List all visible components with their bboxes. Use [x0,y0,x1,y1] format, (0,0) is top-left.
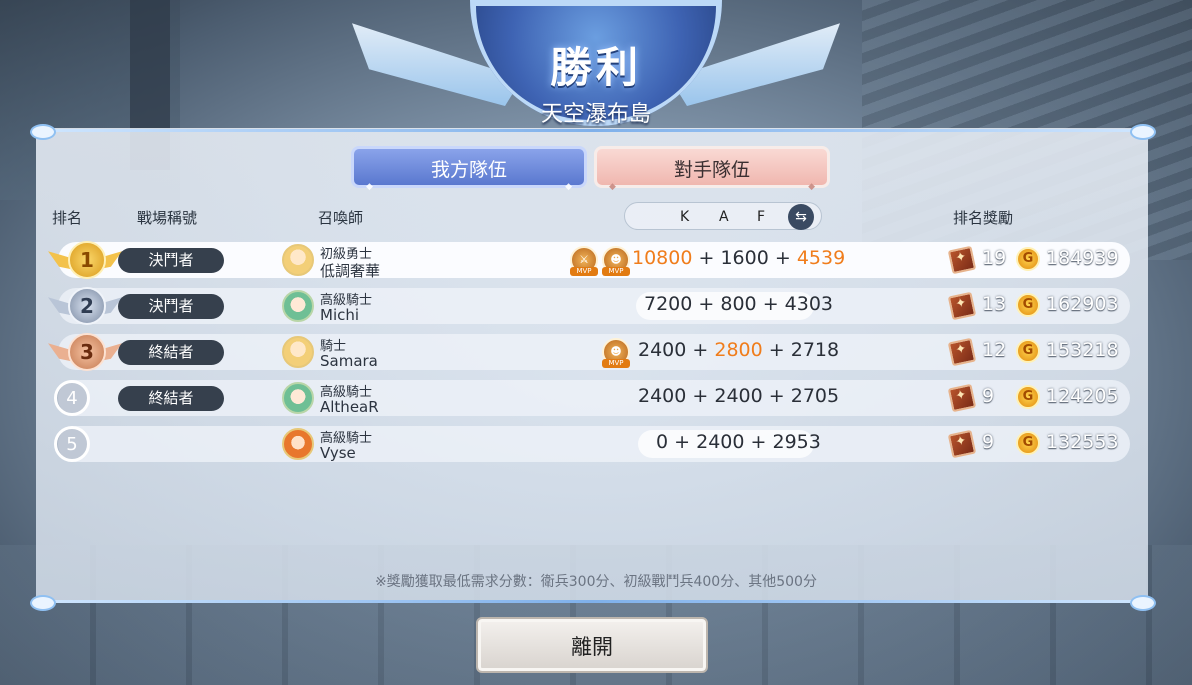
book-reward-count: 12 [982,339,1007,361]
kaf-score: 2400 + 2400 + 2705 [638,385,840,407]
reward-book-icon [947,429,977,459]
victory-title: 勝利 [549,43,642,92]
tab-enemy-team-label: 對手隊伍 [673,159,750,181]
panel-bottom-border [36,600,1148,603]
kaf-score: 7200 + 800 + 4303 [644,293,834,315]
battle-title-badge: 終結者 [118,340,224,365]
header-a: A [719,209,729,225]
battle-title-badge: 決鬥者 [118,294,224,319]
gold-coin-icon: G [1016,385,1040,409]
diamond-icon: ◆ [565,182,572,192]
kaf-score: 0 + 2400 + 2953 [656,431,821,453]
gold-coin-icon: G [1016,293,1040,317]
avatar[interactable] [282,244,314,276]
silver-medal-icon: 2 [48,284,122,328]
avatar[interactable] [282,428,314,460]
mvp-kill-icon: ⚔ MVP [570,246,598,276]
battle-title-badge: 決鬥者 [118,248,224,273]
player-name: Vyse [320,444,356,462]
header-battle-title: 戰場稱號 [137,209,198,227]
player-name: 低調奢華 [320,262,381,280]
header-rank: 排名 [52,209,83,227]
table-row: 1 決鬥者 初級勇士 低調奢華 ⚔ MVP ☻ MVP 10800 + 1600 +… [48,241,1130,280]
book-reward-count: 13 [982,293,1007,315]
gold-coin-icon: G [1016,247,1040,271]
table-row: 5 高級騎士 Vyse 0 + 2400 + 2953 9 G 132553 [54,426,1130,462]
frame-cap-icon [30,595,56,611]
header-summoner: 召喚師 [318,209,364,227]
panel-top-border [36,129,1148,132]
player-name: Michi [320,306,360,324]
book-reward-count: 9 [982,431,995,453]
diamond-icon: ◆ [366,182,373,192]
table-row: 3 終結者 騎士 Samara ☻ MVP 2400 + 2800 + 2718 … [48,333,1130,371]
gold-coin-icon: G [1016,431,1040,455]
reward-book-icon [947,291,977,321]
map-name: 天空瀑布島 [540,102,651,127]
coin-reward-count: 184939 [1046,247,1119,269]
reward-requirement-note: ※獎勵獲取最低需求分數：衛兵300分、初級戰鬥兵400分、其他500分 [375,574,817,590]
header-k: K [680,209,690,225]
rank-number: 5 [54,426,90,462]
mvp-assist-icon: ☻ MVP [602,338,630,368]
player-name: Samara [320,352,378,370]
avatar[interactable] [282,290,314,322]
battle-title-badge: 終結者 [118,386,224,411]
coin-reward-count: 153218 [1046,339,1119,361]
coin-reward-count: 124205 [1046,385,1119,407]
bronze-medal-icon: 3 [48,330,122,374]
tab-our-team-label: 我方隊伍 [430,159,507,181]
frame-cap-icon [1130,124,1156,140]
avatar[interactable] [282,382,314,414]
player-name: AltheaR [320,398,379,416]
header-reward: 排名獎勵 [953,209,1014,227]
reward-book-icon [947,245,977,275]
kaf-score: 10800 + 1600 + 4539 [632,247,846,269]
reward-book-icon [947,383,977,413]
frame-cap-icon [1130,595,1156,611]
diamond-icon: ◆ [609,182,616,192]
table-row: 2 決鬥者 高級騎士 Michi 7200 + 800 + 4303 13 G … [48,287,1130,325]
gold-medal-icon: 1 [48,238,122,282]
swap-arrows-icon[interactable]: ⇆ [788,204,814,230]
leave-button[interactable]: 離開 [476,617,708,673]
tab-our-team[interactable]: ◆ 我方隊伍 ◆ [351,146,587,192]
book-reward-count: 19 [982,247,1007,269]
tab-enemy-team[interactable]: ◆ 對手隊伍 ◆ [594,146,830,192]
book-reward-count: 9 [982,385,995,407]
coin-reward-count: 132553 [1046,431,1119,453]
header-f: F [757,209,766,225]
frame-cap-icon [30,124,56,140]
table-row: 4 終結者 高級騎士 AltheaR 2400 + 2400 + 2705 9 … [54,380,1130,416]
rank-number: 4 [54,380,90,416]
kaf-score: 2400 + 2800 + 2718 [638,339,840,361]
reward-book-icon [947,337,977,367]
avatar[interactable] [282,336,314,368]
mvp-assist-icon: ☻ MVP [602,246,630,276]
gold-coin-icon: G [1016,339,1040,363]
coin-reward-count: 162903 [1046,293,1119,315]
